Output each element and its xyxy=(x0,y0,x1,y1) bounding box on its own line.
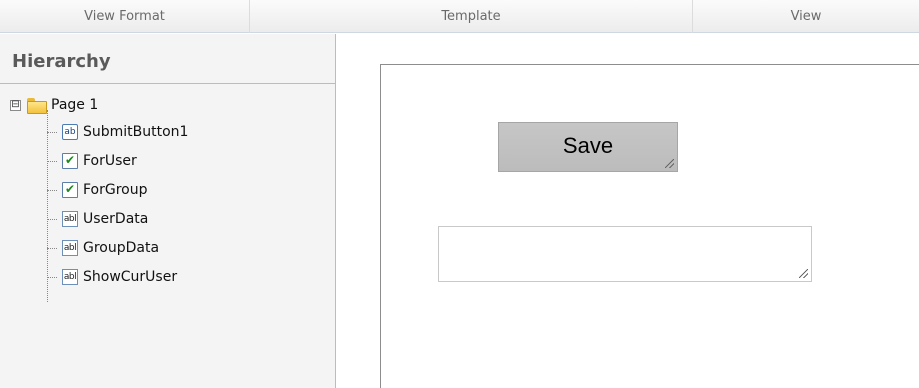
textbox-icon: abl xyxy=(62,269,78,285)
tree-connector xyxy=(47,160,57,162)
textbox-icon: abl xyxy=(62,211,78,227)
button-icon: ab xyxy=(62,124,78,140)
folder-icon xyxy=(27,98,47,114)
tree-item-foruser[interactable]: ✔ ForUser xyxy=(47,149,137,173)
hierarchy-title: Hierarchy xyxy=(0,34,335,84)
tab-template[interactable]: Template xyxy=(250,0,693,33)
tree-item-label: GroupData xyxy=(83,240,160,256)
tab-view-format[interactable]: View Format xyxy=(0,0,250,33)
tab-view[interactable]: View xyxy=(693,0,919,33)
hierarchy-panel: Hierarchy ⊟ Page 1 ab SubmitButton1 ✔ Fo… xyxy=(0,34,336,388)
resize-grip-icon[interactable] xyxy=(799,269,808,278)
tab-bar: View Format Template View xyxy=(0,0,919,33)
resize-grip-icon[interactable] xyxy=(665,159,674,168)
tree-item-userdata[interactable]: abl UserData xyxy=(47,207,148,231)
checkbox-icon: ✔ xyxy=(62,153,78,169)
tree-node-label: Page 1 xyxy=(51,97,99,113)
collapse-icon[interactable]: ⊟ xyxy=(10,99,21,111)
save-button[interactable]: Save xyxy=(498,122,678,172)
save-button-label: Save xyxy=(562,133,614,158)
tree-item-showcuruser[interactable]: abl ShowCurUser xyxy=(47,265,177,289)
tree-item-submitbutton1[interactable]: ab SubmitButton1 xyxy=(47,120,188,144)
tree-item-groupdata[interactable]: abl GroupData xyxy=(47,236,159,260)
tree-connector xyxy=(47,189,57,191)
tree-item-label: ForUser xyxy=(83,153,137,169)
checkbox-icon: ✔ xyxy=(62,182,78,198)
tree-item-label: ShowCurUser xyxy=(83,269,178,285)
textbox-icon: abl xyxy=(62,240,78,256)
hierarchy-tree: ⊟ Page 1 ab SubmitButton1 ✔ ForUser ✔ Fo… xyxy=(0,94,330,304)
tree-connector xyxy=(47,276,57,278)
tree-connector xyxy=(47,218,57,220)
tree-connector xyxy=(47,247,57,249)
tree-item-label: SubmitButton1 xyxy=(83,124,189,140)
text-input-box[interactable] xyxy=(438,226,812,282)
tree-node-page1[interactable]: ⊟ Page 1 xyxy=(10,94,98,116)
design-canvas xyxy=(337,34,919,388)
tree-item-forgroup[interactable]: ✔ ForGroup xyxy=(47,178,148,202)
tree-connector xyxy=(47,131,57,133)
tree-item-label: ForGroup xyxy=(83,182,148,198)
tree-item-label: UserData xyxy=(83,211,149,227)
